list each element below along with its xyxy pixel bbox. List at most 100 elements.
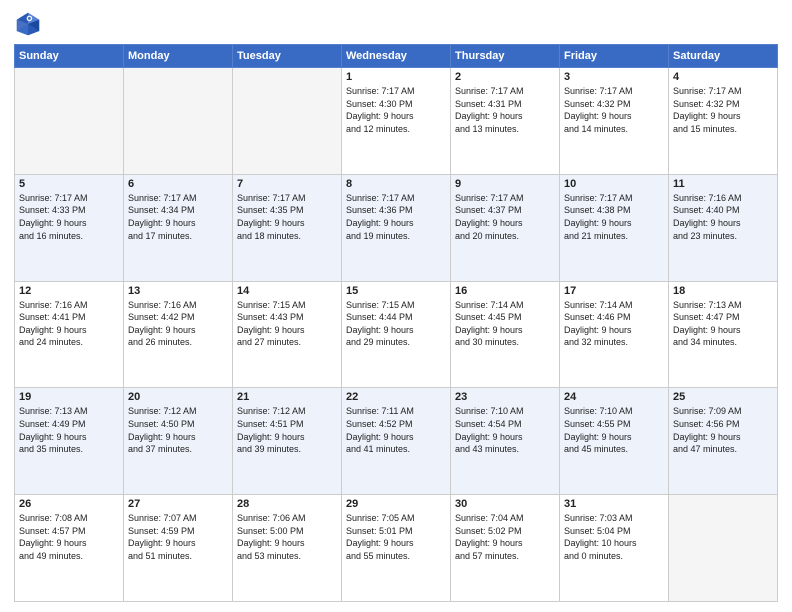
day-info: Sunrise: 7:16 AM Sunset: 4:41 PM Dayligh… [19,299,119,349]
calendar-cell: 1 Sunrise: 7:17 AM Sunset: 4:30 PM Daylig… [342,68,451,175]
day-number: 11 [673,178,773,190]
day-info: Sunrise: 7:13 AM Sunset: 4:49 PM Dayligh… [19,405,119,455]
day-number: 19 [19,391,119,403]
day-number: 18 [673,285,773,297]
weekday-header-friday: Friday [560,45,669,68]
day-info: Sunrise: 7:13 AM Sunset: 4:47 PM Dayligh… [673,299,773,349]
day-number: 25 [673,391,773,403]
calendar-week-4: 26 Sunrise: 7:08 AM Sunset: 4:57 PM Dayli… [15,495,778,602]
calendar-cell: 27Sunrise: 7:07 AM Sunset: 4:59 PM Dayli… [124,495,233,602]
day-info: Sunrise: 7:14 AM Sunset: 4:45 PM Dayligh… [455,299,555,349]
calendar-cell: 16 Sunrise: 7:14 AM Sunset: 4:45 PM Dayli… [451,281,560,388]
day-number: 13 [128,285,228,297]
day-info: Sunrise: 7:12 AM Sunset: 4:50 PM Dayligh… [128,405,228,455]
day-number: 14 [237,285,337,297]
calendar-cell: 30 Sunrise: 7:04 AM Sunset: 5:02 PM Dayli… [451,495,560,602]
day-number: 9 [455,178,555,190]
day-number: 29 [346,498,446,510]
logo-icon [14,10,42,38]
day-number: 10 [564,178,664,190]
day-info: Sunrise: 7:14 AM Sunset: 4:46 PM Dayligh… [564,299,664,349]
day-number: 4 [673,71,773,83]
day-info: Sunrise: 7:04 AM Sunset: 5:02 PM Dayligh… [455,512,555,562]
calendar-cell: 29Sunrise: 7:05 AM Sunset: 5:01 PM Dayli… [342,495,451,602]
calendar-header-row: SundayMondayTuesdayWednesdayThursdayFrid… [15,45,778,68]
day-info: Sunrise: 7:16 AM Sunset: 4:42 PM Dayligh… [128,299,228,349]
calendar-cell: 24Sunrise: 7:10 AM Sunset: 4:55 PM Dayli… [560,388,669,495]
calendar-cell [15,68,124,175]
calendar-cell [233,68,342,175]
day-info: Sunrise: 7:17 AM Sunset: 4:37 PM Dayligh… [455,192,555,242]
weekday-header-tuesday: Tuesday [233,45,342,68]
day-number: 8 [346,178,446,190]
calendar-cell: 9 Sunrise: 7:17 AM Sunset: 4:37 PM Daylig… [451,174,560,281]
calendar-cell: 22 Sunrise: 7:11 AM Sunset: 4:52 PM Dayli… [342,388,451,495]
day-info: Sunrise: 7:17 AM Sunset: 4:34 PM Dayligh… [128,192,228,242]
calendar-cell: 23 Sunrise: 7:10 AM Sunset: 4:54 PM Dayli… [451,388,560,495]
weekday-header-sunday: Sunday [15,45,124,68]
day-number: 21 [237,391,337,403]
day-info: Sunrise: 7:15 AM Sunset: 4:44 PM Dayligh… [346,299,446,349]
weekday-header-saturday: Saturday [669,45,778,68]
day-number: 30 [455,498,555,510]
calendar-cell: 12 Sunrise: 7:16 AM Sunset: 4:41 PM Dayli… [15,281,124,388]
calendar-cell: 17 Sunrise: 7:14 AM Sunset: 4:46 PM Dayli… [560,281,669,388]
calendar-week-3: 19 Sunrise: 7:13 AM Sunset: 4:49 PM Dayli… [15,388,778,495]
logo [14,10,46,38]
weekday-header-thursday: Thursday [451,45,560,68]
day-info: Sunrise: 7:06 AM Sunset: 5:00 PM Dayligh… [237,512,337,562]
calendar-cell: 3Sunrise: 7:17 AM Sunset: 4:32 PM Daylig… [560,68,669,175]
page: SundayMondayTuesdayWednesdayThursdayFrid… [0,0,792,612]
calendar-cell: 25 Sunrise: 7:09 AM Sunset: 4:56 PM Dayli… [669,388,778,495]
day-info: Sunrise: 7:11 AM Sunset: 4:52 PM Dayligh… [346,405,446,455]
calendar-cell: 7Sunrise: 7:17 AM Sunset: 4:35 PM Daylig… [233,174,342,281]
day-info: Sunrise: 7:17 AM Sunset: 4:32 PM Dayligh… [673,85,773,135]
weekday-header-monday: Monday [124,45,233,68]
calendar-cell [669,495,778,602]
day-info: Sunrise: 7:08 AM Sunset: 4:57 PM Dayligh… [19,512,119,562]
day-number: 3 [564,71,664,83]
day-info: Sunrise: 7:17 AM Sunset: 4:38 PM Dayligh… [564,192,664,242]
day-info: Sunrise: 7:17 AM Sunset: 4:36 PM Dayligh… [346,192,446,242]
day-info: Sunrise: 7:17 AM Sunset: 4:30 PM Dayligh… [346,85,446,135]
calendar-cell: 21 Sunrise: 7:12 AM Sunset: 4:51 PM Dayli… [233,388,342,495]
calendar-cell: 13 Sunrise: 7:16 AM Sunset: 4:42 PM Dayli… [124,281,233,388]
day-number: 5 [19,178,119,190]
day-info: Sunrise: 7:10 AM Sunset: 4:54 PM Dayligh… [455,405,555,455]
calendar-table: SundayMondayTuesdayWednesdayThursdayFrid… [14,44,778,602]
day-number: 26 [19,498,119,510]
day-info: Sunrise: 7:03 AM Sunset: 5:04 PM Dayligh… [564,512,664,562]
calendar-cell: 5 Sunrise: 7:17 AM Sunset: 4:33 PM Daylig… [15,174,124,281]
calendar-week-1: 5 Sunrise: 7:17 AM Sunset: 4:33 PM Daylig… [15,174,778,281]
day-info: Sunrise: 7:09 AM Sunset: 4:56 PM Dayligh… [673,405,773,455]
calendar-cell: 8 Sunrise: 7:17 AM Sunset: 4:36 PM Daylig… [342,174,451,281]
day-number: 1 [346,71,446,83]
day-number: 31 [564,498,664,510]
calendar-cell: 6 Sunrise: 7:17 AM Sunset: 4:34 PM Daylig… [124,174,233,281]
day-number: 2 [455,71,555,83]
calendar-week-0: 1 Sunrise: 7:17 AM Sunset: 4:30 PM Daylig… [15,68,778,175]
day-number: 16 [455,285,555,297]
calendar-cell: 15 Sunrise: 7:15 AM Sunset: 4:44 PM Dayli… [342,281,451,388]
calendar-cell: 20Sunrise: 7:12 AM Sunset: 4:50 PM Dayli… [124,388,233,495]
day-info: Sunrise: 7:17 AM Sunset: 4:33 PM Dayligh… [19,192,119,242]
day-info: Sunrise: 7:15 AM Sunset: 4:43 PM Dayligh… [237,299,337,349]
calendar-cell [124,68,233,175]
weekday-header-wednesday: Wednesday [342,45,451,68]
calendar-week-2: 12 Sunrise: 7:16 AM Sunset: 4:41 PM Dayli… [15,281,778,388]
day-number: 12 [19,285,119,297]
day-number: 6 [128,178,228,190]
day-number: 23 [455,391,555,403]
day-number: 22 [346,391,446,403]
calendar-cell: 14 Sunrise: 7:15 AM Sunset: 4:43 PM Dayli… [233,281,342,388]
day-info: Sunrise: 7:12 AM Sunset: 4:51 PM Dayligh… [237,405,337,455]
day-number: 15 [346,285,446,297]
calendar-cell: 10 Sunrise: 7:17 AM Sunset: 4:38 PM Dayli… [560,174,669,281]
calendar-cell: 2Sunrise: 7:17 AM Sunset: 4:31 PM Daylig… [451,68,560,175]
calendar-cell: 28Sunrise: 7:06 AM Sunset: 5:00 PM Dayli… [233,495,342,602]
day-number: 17 [564,285,664,297]
calendar-cell: 31 Sunrise: 7:03 AM Sunset: 5:04 PM Dayli… [560,495,669,602]
calendar-cell: 18 Sunrise: 7:13 AM Sunset: 4:47 PM Dayli… [669,281,778,388]
calendar-cell: 4 Sunrise: 7:17 AM Sunset: 4:32 PM Daylig… [669,68,778,175]
day-number: 7 [237,178,337,190]
